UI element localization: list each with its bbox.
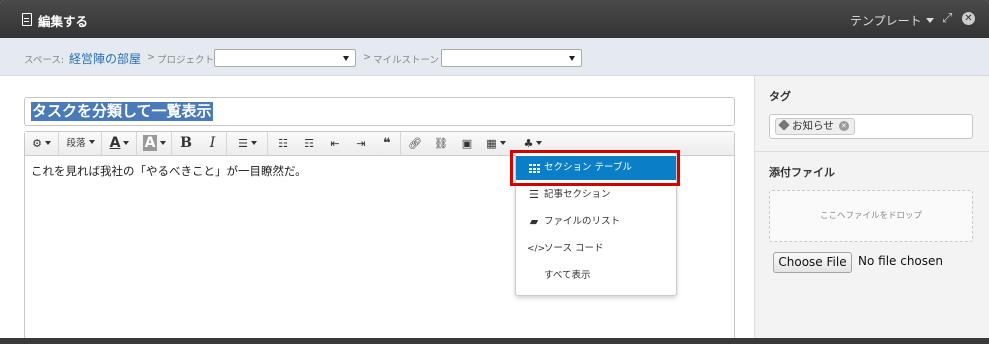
document-icon — [22, 13, 32, 26]
chevron-down-icon — [925, 18, 934, 23]
expand-icon[interactable]: ⤢ — [942, 12, 956, 26]
paragraph-format-label: 段落 — [66, 138, 86, 149]
unlink-button[interactable]: ⛓︎ — [428, 132, 454, 155]
select-arrow-icon — [343, 56, 349, 61]
list-icon: ☰ — [529, 188, 539, 201]
menu-item-label: ファイルのリスト — [544, 216, 621, 227]
tag-input[interactable]: お知らせ ✕ — [769, 114, 973, 139]
menu-item-show-all[interactable]: すべて表示 — [516, 264, 676, 288]
table-menu-button[interactable]: ▦ — [480, 132, 512, 155]
bold-button[interactable]: B — [173, 132, 199, 155]
chevron-down-icon — [499, 141, 506, 145]
menu-item-source-code[interactable]: </> ソース コード — [516, 237, 676, 261]
background-color-icon: A — [142, 135, 158, 151]
font-color-icon: A — [109, 135, 121, 151]
editor-body-text[interactable]: これを見れば我社の「やるべきこと」が一目瞭然だ。 — [31, 163, 307, 179]
tag-heading: タグ — [769, 90, 791, 103]
font-color-button[interactable]: A — [103, 132, 137, 155]
gear-icon: ⚙ — [32, 137, 42, 150]
numbered-list-icon: ☶ — [304, 137, 314, 150]
template-menu-label: テンプレート — [850, 14, 922, 28]
numbered-list-button[interactable]: ☶ — [296, 132, 322, 155]
chevron-down-icon — [88, 140, 95, 144]
dialog-title: 編集する — [38, 14, 89, 29]
link-button[interactable]: 🔗︎ — [402, 132, 428, 155]
sidebar-divider — [755, 151, 989, 152]
quote-button[interactable]: ❝ — [374, 132, 401, 155]
close-icon[interactable]: ✕ — [962, 12, 975, 25]
indent-icon: ⇥ — [356, 137, 366, 150]
remove-tag-icon[interactable]: ✕ — [838, 121, 849, 131]
dialog-bottom-edge — [0, 338, 989, 344]
space-label: スペース: — [24, 55, 65, 66]
menu-item-label: すべて表示 — [544, 270, 591, 281]
italic-icon: I — [209, 135, 216, 151]
outdent-icon: ⇤ — [330, 137, 340, 150]
tag-icon — [778, 119, 790, 131]
highlight-box — [510, 150, 680, 186]
sidebar: タグ お知らせ ✕ 添付ファイル ここへファイルをドロップ Choose File… — [754, 76, 989, 344]
unlink-icon: ⛓︎ — [434, 137, 448, 150]
file-status-text: No file chosen — [858, 254, 944, 268]
template-menu-button[interactable]: テンプレート — [850, 12, 934, 29]
milestone-label: マイルストーン — [373, 55, 440, 66]
dropzone-text: ここへファイルをドロップ — [819, 211, 922, 221]
dialog-titlebar: 編集する テンプレート ⤢ ✕ — [0, 0, 989, 38]
image-icon: ▣ — [461, 137, 473, 150]
background-color-button[interactable]: A — [138, 132, 172, 155]
project-label: プロジェクト — [157, 55, 215, 66]
file-dropzone[interactable]: ここへファイルをドロップ — [769, 190, 973, 242]
quote-icon: ❝ — [383, 136, 391, 151]
chevron-down-icon — [123, 141, 130, 145]
paragraph-format-button[interactable]: 段落 — [60, 132, 102, 155]
link-icon: 🔗︎ — [408, 137, 422, 150]
outdent-button[interactable]: ⇤ — [322, 132, 348, 155]
menu-item-label: 記事セクション — [544, 189, 611, 200]
title-input-value: タスクを分類して一覧表示 — [31, 102, 213, 121]
folder-icon: ▰ — [529, 215, 539, 228]
chevron-down-icon — [536, 141, 543, 145]
align-left-icon: ☰ — [238, 137, 248, 150]
attachments-heading: 添付ファイル — [769, 166, 835, 179]
title-input[interactable]: タスクを分類して一覧表示 — [24, 97, 735, 126]
table-icon: ▦ — [486, 137, 497, 150]
space-link[interactable]: 経営陣の部屋 — [69, 50, 141, 67]
align-menu-button[interactable]: ☰ — [228, 132, 268, 155]
edit-dialog: 編集する テンプレート ⤢ ✕ スペース: 経営陣の部屋 > プロジェクト > … — [0, 0, 989, 344]
choose-file-button[interactable]: Choose File — [773, 252, 852, 273]
bullet-list-icon: ☷ — [278, 137, 288, 150]
tag-chip-label: お知らせ — [792, 120, 834, 132]
chevron-down-icon — [160, 141, 167, 145]
breadcrumb-separator: > — [147, 52, 155, 63]
chevron-down-icon — [44, 141, 51, 145]
select-arrow-icon — [569, 56, 575, 61]
image-button[interactable]: ▣ — [454, 132, 480, 155]
milestone-select[interactable] — [441, 49, 582, 67]
code-icon: </> — [527, 244, 546, 254]
bold-icon: B — [180, 135, 192, 151]
breadcrumb-separator: > — [363, 52, 371, 63]
menu-item-article-section[interactable]: ☰ 記事セクション — [516, 183, 676, 207]
settings-menu-button[interactable]: ⚙ — [25, 132, 59, 155]
project-select[interactable] — [214, 49, 356, 67]
menu-item-file-list[interactable]: ▰ ファイルのリスト — [516, 210, 676, 234]
italic-button[interactable]: I — [199, 132, 227, 155]
breadcrumb-bar: スペース: 経営陣の部屋 > プロジェクト > マイルストーン — [0, 38, 989, 76]
puzzle-icon: ♣ — [523, 137, 534, 150]
chevron-down-icon — [250, 141, 257, 145]
bullet-list-button[interactable]: ☷ — [270, 132, 296, 155]
tag-chip: お知らせ ✕ — [775, 118, 855, 135]
menu-item-label: ソース コード — [544, 243, 604, 254]
indent-button[interactable]: ⇥ — [348, 132, 374, 155]
